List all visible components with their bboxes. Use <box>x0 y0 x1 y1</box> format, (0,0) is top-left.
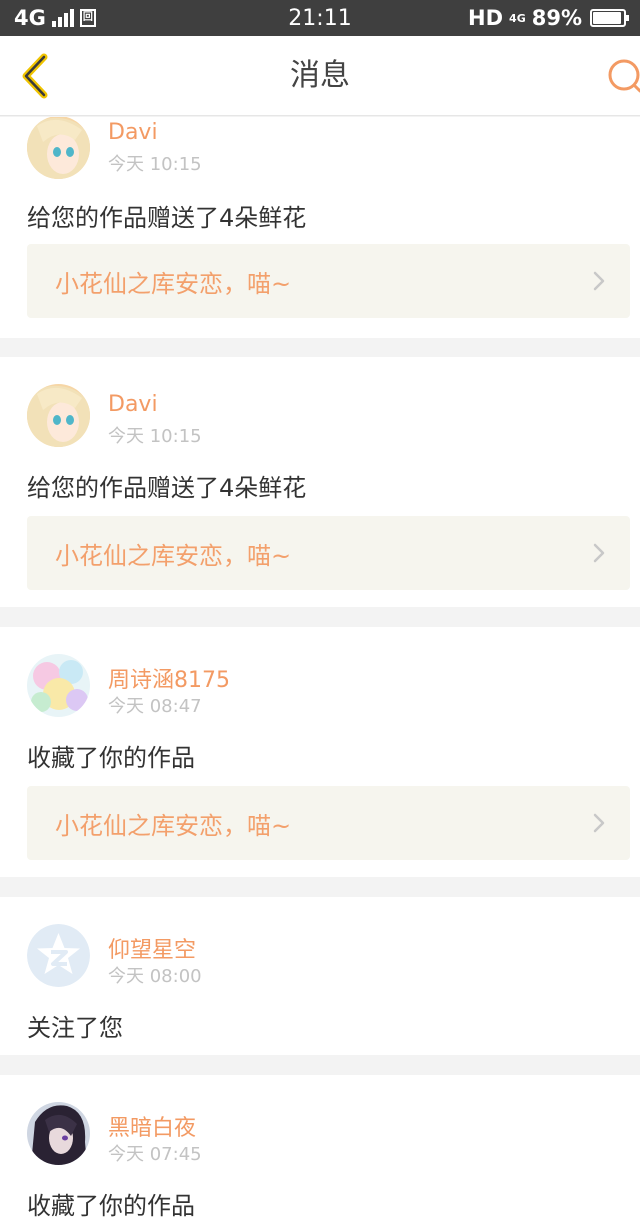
message-card: 黑暗白夜 今天 07:45 收藏了你的作品 <box>0 1075 640 1232</box>
user-name[interactable]: Davi <box>108 392 158 417</box>
message-action: 关注了您 <box>27 1014 123 1042</box>
work-title: 小花仙之库安恋，喵~ <box>55 811 292 840</box>
avatar[interactable] <box>27 117 90 179</box>
message-time: 今天 10:15 <box>108 154 202 175</box>
page-title: 消息 <box>290 58 350 93</box>
message-card: 周诗涵8175 今天 08:47 收藏了你的作品 小花仙之库安恋，喵~ <box>0 627 640 877</box>
user-name[interactable]: 周诗涵8175 <box>108 662 230 694</box>
chevron-right-icon <box>593 813 605 833</box>
notification-icon: 回 <box>79 9 96 27</box>
battery-percent: 89% <box>531 6 582 30</box>
work-title: 小花仙之库安恋，喵~ <box>55 269 292 298</box>
avatar[interactable] <box>27 654 90 717</box>
message-action: 收藏了你的作品 <box>27 744 195 772</box>
work-link[interactable]: 小花仙之库安恋，喵~ <box>27 786 630 860</box>
mobile-data-label: 4G <box>509 11 526 25</box>
message-card: Davi 今天 10:15 给您的作品赠送了4朵鲜花 小花仙之库安恋，喵~ <box>0 357 640 607</box>
avatar[interactable] <box>27 924 90 987</box>
nav-bar: 消息 <box>0 36 640 116</box>
message-card: Davi 今天 10:15 给您的作品赠送了4朵鲜花 小花仙之库安恋，喵~ <box>0 117 640 338</box>
message-time: 今天 07:45 <box>108 1144 202 1165</box>
work-title: 小花仙之库安恋，喵~ <box>55 541 292 570</box>
chevron-right-icon <box>593 543 605 563</box>
battery-icon <box>590 9 629 27</box>
default-avatar-icon <box>27 924 90 987</box>
work-link[interactable]: 小花仙之库安恋，喵~ <box>27 244 630 318</box>
user-name[interactable]: Davi <box>108 120 158 145</box>
message-time: 今天 08:47 <box>108 696 202 717</box>
user-name[interactable]: 黑暗白夜 <box>108 1110 196 1142</box>
search-icon <box>608 59 640 93</box>
avatar[interactable] <box>27 1102 90 1165</box>
message-time: 今天 10:15 <box>108 426 202 447</box>
message-action: 给您的作品赠送了4朵鲜花 <box>27 474 307 502</box>
message-list[interactable]: Davi 今天 10:15 给您的作品赠送了4朵鲜花 小花仙之库安恋，喵~ Da… <box>0 117 640 1232</box>
network-label: 4G <box>14 6 46 30</box>
message-card: 仰望星空 今天 08:00 关注了您 <box>0 897 640 1055</box>
message-action: 给您的作品赠送了4朵鲜花 <box>27 204 307 232</box>
signal-icon <box>51 9 74 27</box>
avatar[interactable] <box>27 384 90 447</box>
search-button[interactable] <box>600 56 640 96</box>
hd-label: HD <box>468 6 504 30</box>
status-bar: 4G 回 21:11 HD 4G 89% <box>0 0 640 36</box>
work-link[interactable]: 小花仙之库安恋，喵~ <box>27 516 630 590</box>
chevron-right-icon <box>593 271 605 291</box>
user-name[interactable]: 仰望星空 <box>108 932 196 964</box>
message-action: 收藏了你的作品 <box>27 1192 195 1220</box>
message-time: 今天 08:00 <box>108 966 202 987</box>
